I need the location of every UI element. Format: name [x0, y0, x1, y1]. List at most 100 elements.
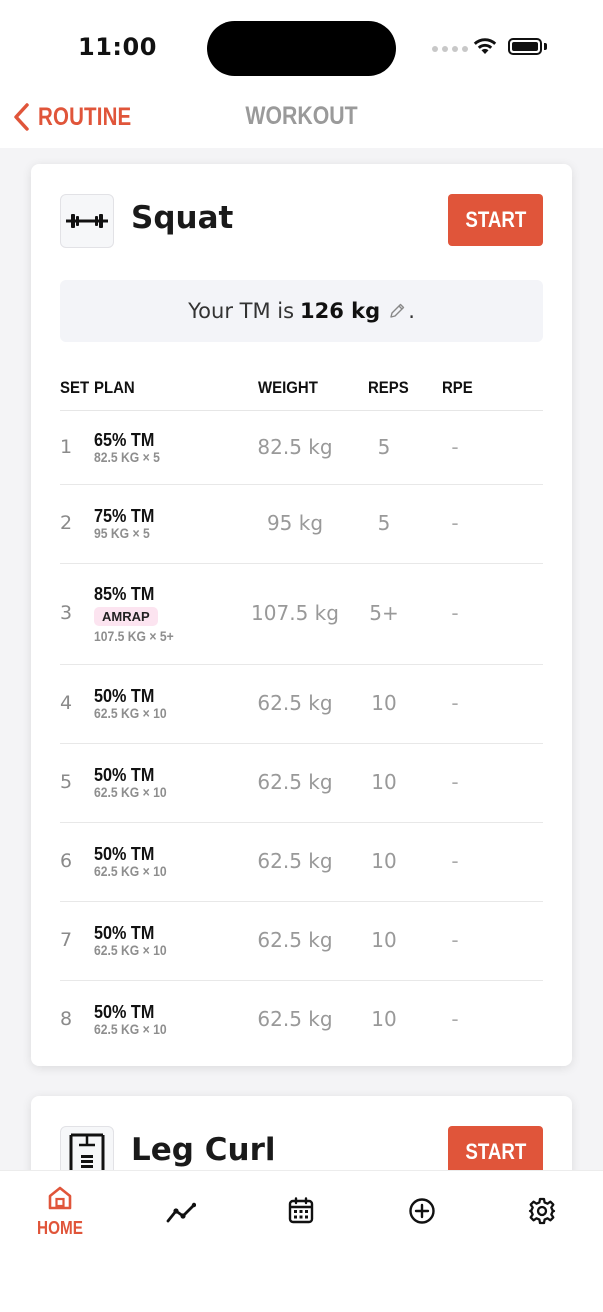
tm-suffix: .	[408, 299, 415, 323]
set-number: 7	[60, 929, 73, 951]
chart-line-icon	[166, 1202, 197, 1223]
weight-value: 62.5 kg	[257, 770, 333, 794]
wifi-icon	[473, 38, 497, 54]
barbell-icon	[60, 194, 114, 248]
plan-detail: 95 KG × 5	[94, 526, 150, 541]
plan-percent: 50% TM	[94, 844, 155, 864]
plan-cell: 50% TM 62.5 KG × 10	[94, 765, 175, 801]
cellular-signal-icon	[432, 46, 468, 52]
amrap-badge: AMRAP	[94, 607, 158, 626]
reps-value: 10	[371, 928, 397, 952]
reps-value: 10	[371, 1007, 397, 1031]
table-row[interactable]: 6 50% TM 62.5 KG × 10 62.5 kg 10 -	[60, 823, 543, 902]
col-rpe: RPE	[442, 378, 473, 397]
set-number: 8	[60, 1008, 73, 1030]
plan-detail: 62.5 KG × 10	[94, 943, 167, 958]
reps-value: 10	[371, 691, 397, 715]
tab-calendar[interactable]	[261, 1185, 341, 1229]
plan-cell: 85% TM AMRAP 107.5 KG × 5+	[94, 584, 183, 645]
rpe-value: -	[451, 928, 459, 952]
col-plan: PLAN	[94, 378, 135, 397]
plan-detail: 62.5 KG × 10	[94, 706, 167, 721]
reps-value: 5	[377, 434, 391, 459]
col-weight: WEIGHT	[258, 378, 318, 397]
plan-detail: 62.5 KG × 10	[94, 864, 167, 879]
rpe-value: -	[451, 434, 459, 459]
status-bar: 11:00	[0, 0, 603, 96]
weight-value: 62.5 kg	[257, 691, 333, 715]
plan-percent: 50% TM	[94, 765, 155, 785]
tab-add[interactable]	[382, 1185, 462, 1229]
page-title: WORKOUT	[245, 102, 358, 130]
reps-value: 5	[377, 511, 391, 535]
plan-cell: 65% TM 82.5 KG × 5	[94, 430, 167, 466]
set-number: 6	[60, 850, 73, 872]
plan-cell: 50% TM 62.5 KG × 10	[94, 686, 175, 722]
exercise-name: Squat	[131, 200, 234, 236]
weight-value: 107.5 kg	[251, 601, 339, 625]
tab-settings[interactable]	[502, 1185, 582, 1229]
tab-progress[interactable]	[141, 1185, 221, 1231]
col-reps: REPS	[368, 378, 409, 397]
plan-detail: 62.5 KG × 10	[94, 785, 167, 800]
plan-percent: 85% TM	[94, 584, 155, 604]
plan-cell: 50% TM 62.5 KG × 10	[94, 923, 175, 959]
plan-cell: 50% TM 62.5 KG × 10	[94, 844, 175, 880]
plan-percent: 50% TM	[94, 923, 155, 943]
plan-cell: 50% TM 62.5 KG × 10	[94, 1002, 175, 1038]
reps-value: 10	[371, 770, 397, 794]
col-set: SET	[60, 378, 90, 397]
tm-value: 126 kg	[300, 299, 381, 323]
set-number: 3	[60, 602, 73, 624]
plan-detail: 82.5 KG × 5	[94, 449, 160, 465]
table-row[interactable]: 5 50% TM 62.5 KG × 10 62.5 kg 10 -	[60, 744, 543, 823]
plan-percent: 75% TM	[94, 506, 155, 526]
plan-percent: 65% TM	[94, 429, 155, 450]
weight-value: 95 kg	[266, 511, 324, 535]
calendar-icon	[288, 1197, 314, 1224]
bottom-tab-bar: HOME	[0, 1170, 603, 1312]
tab-home[interactable]: HOME	[20, 1185, 100, 1239]
weight-value: 62.5 kg	[257, 928, 333, 952]
dynamic-island	[207, 21, 396, 76]
rpe-value: -	[451, 511, 459, 535]
table-row[interactable]: 1 65% TM 82.5 KG × 5 82.5 kg 5 -	[60, 411, 543, 485]
rpe-value: -	[451, 770, 459, 794]
battery-icon	[508, 38, 542, 55]
home-icon	[48, 1186, 72, 1210]
pencil-icon[interactable]	[388, 302, 406, 320]
table-row[interactable]: 4 50% TM 62.5 KG × 10 62.5 kg 10 -	[60, 665, 543, 744]
weight-value: 82.5 kg	[257, 434, 333, 459]
nav-bar: ROUTINE WORKOUT	[0, 96, 603, 148]
rpe-value: -	[451, 601, 459, 625]
set-number: 2	[60, 512, 73, 534]
rpe-value: -	[451, 691, 459, 715]
training-max-box[interactable]: Your TM is 126 kg .	[60, 280, 543, 342]
tab-home-label: HOME	[37, 1218, 83, 1238]
battery-cap	[544, 43, 547, 50]
sets-table: 1 65% TM 82.5 KG × 5 82.5 kg 5 - 2 75% TM 95 KG …	[60, 411, 543, 1059]
chevron-left-icon	[14, 103, 29, 131]
exercise-card-squat: Squat START Your TM is 126 kg . SET PLAN…	[31, 164, 572, 1066]
weight-value: 62.5 kg	[257, 1007, 333, 1031]
table-row[interactable]: 8 50% TM 62.5 KG × 10 62.5 kg 10 -	[60, 981, 543, 1059]
plus-circle-icon	[409, 1198, 435, 1224]
tm-prefix: Your TM is	[188, 299, 295, 323]
table-row[interactable]: 7 50% TM 62.5 KG × 10 62.5 kg 10 -	[60, 902, 543, 981]
gear-icon	[528, 1197, 556, 1225]
rpe-value: -	[451, 1007, 459, 1031]
plan-detail: 62.5 KG × 10	[94, 1022, 167, 1037]
plan-cell: 75% TM 95 KG × 5	[94, 506, 161, 542]
table-row[interactable]: 2 75% TM 95 KG × 5 95 kg 5 -	[60, 485, 543, 564]
weight-value: 62.5 kg	[257, 849, 333, 873]
start-button[interactable]: START	[448, 194, 543, 246]
sets-table-header: SET PLAN WEIGHT REPS RPE	[60, 370, 543, 411]
status-time: 11:00	[78, 33, 157, 61]
plan-percent: 50% TM	[94, 686, 155, 706]
set-number: 1	[60, 435, 73, 458]
reps-value: 10	[371, 849, 397, 873]
set-number: 4	[60, 692, 73, 714]
plan-percent: 50% TM	[94, 1002, 155, 1022]
table-row[interactable]: 3 85% TM AMRAP 107.5 KG × 5+ 107.5 kg 5+ -	[60, 564, 543, 665]
rpe-value: -	[451, 849, 459, 873]
